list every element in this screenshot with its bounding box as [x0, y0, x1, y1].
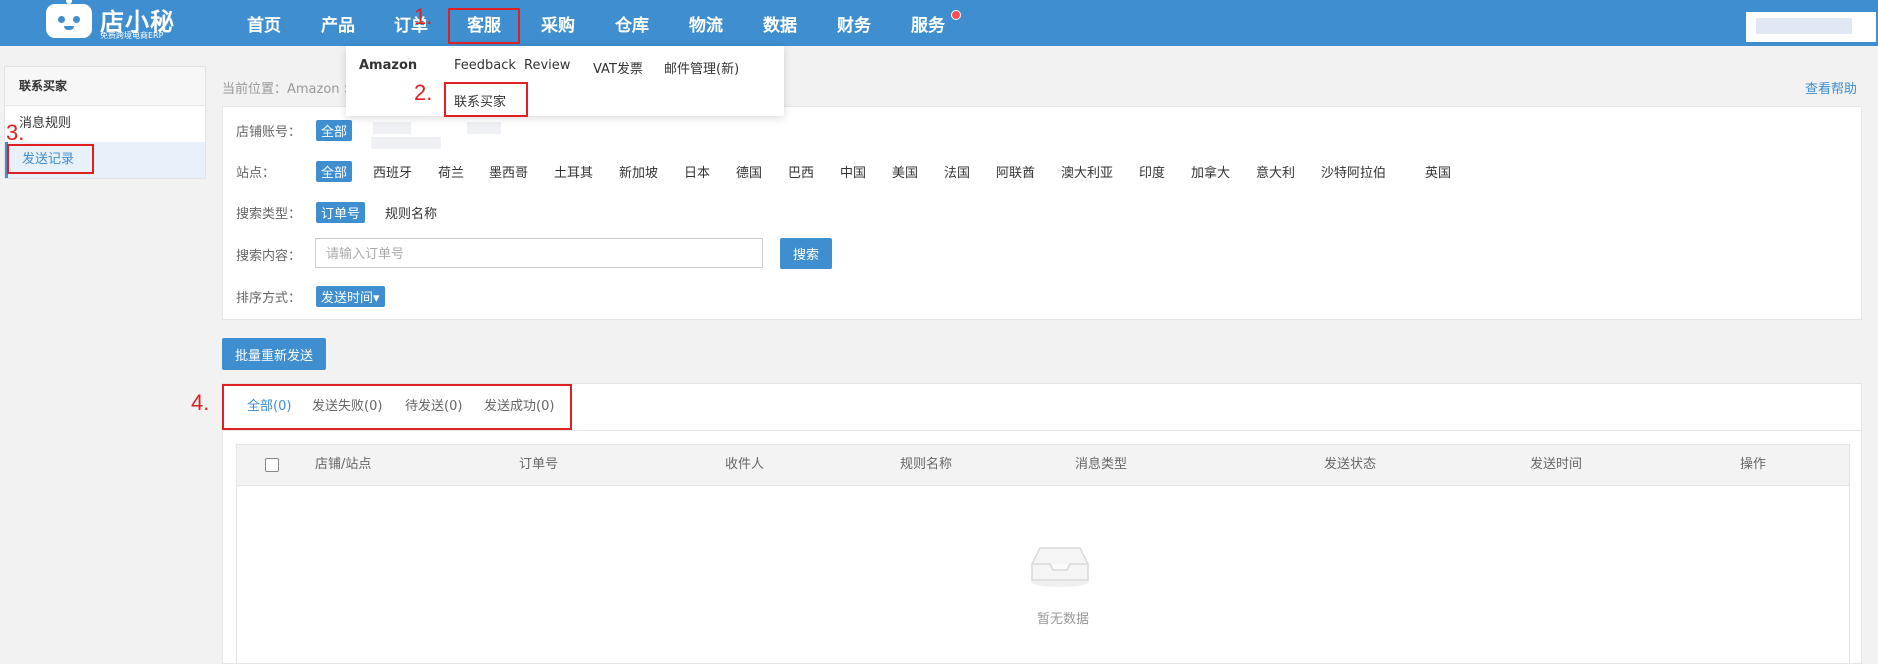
annotation-number-2: 2.: [414, 80, 433, 105]
nav-finance[interactable]: 财务: [828, 0, 880, 46]
filter-panel: 店铺账号： 全部 站点： 全部 西班牙 荷兰 墨西哥 土耳其 新加坡 日本 德国…: [222, 106, 1862, 320]
nav-logistics[interactable]: 物流: [680, 0, 732, 46]
store-account-redacted: [373, 122, 411, 134]
site-option-spain[interactable]: 西班牙: [373, 162, 412, 181]
help-link[interactable]: 查看帮助: [1805, 78, 1857, 97]
select-all-checkbox[interactable]: [265, 458, 279, 472]
site-option-singapore[interactable]: 新加坡: [619, 162, 658, 181]
table-header: 店铺/站点 订单号 收件人 规则名称 消息类型 发送状态 发送时间 操作: [236, 444, 1850, 486]
sort-label: 排序方式：: [236, 291, 302, 306]
empty-inbox-icon: [1031, 547, 1089, 587]
annotation-box-3: [7, 144, 94, 174]
search-type-order-number[interactable]: 订单号: [316, 202, 366, 223]
site-option-canada[interactable]: 加拿大: [1191, 162, 1230, 181]
annotation-box-1: [448, 8, 520, 44]
site-option-italy[interactable]: 意大利: [1256, 162, 1295, 181]
nav-products[interactable]: 产品: [312, 0, 364, 46]
nav-data[interactable]: 数据: [754, 0, 806, 46]
store-option-all[interactable]: 全部: [316, 120, 353, 141]
user-account-box[interactable]: [1746, 12, 1876, 42]
annotation-box-2: [444, 82, 528, 117]
sort-dropdown[interactable]: 发送时间▾: [316, 286, 385, 307]
site-option-netherlands[interactable]: 荷兰: [438, 162, 464, 181]
search-type-rule-name[interactable]: 规则名称: [385, 203, 437, 222]
search-content-label: 搜索内容：: [236, 249, 302, 264]
column-send-time: 发送时间: [1530, 457, 1583, 472]
sidebar-title: 联系买家: [5, 67, 205, 106]
column-store-site: 店铺/站点: [315, 457, 372, 472]
customer-service-dropdown: Amazon Feedback Review VAT发票 邮件管理(新) 联系买…: [346, 46, 784, 116]
table-body: 暂无数据: [236, 485, 1850, 663]
site-option-australia[interactable]: 澳大利亚: [1061, 162, 1113, 181]
site-option-uk[interactable]: 英国: [1425, 162, 1451, 181]
dropdown-link-review[interactable]: Review: [524, 58, 570, 73]
nav-purchase[interactable]: 采购: [532, 0, 584, 46]
nav-home[interactable]: 首页: [238, 0, 290, 46]
annotation-box-4: [222, 384, 572, 430]
column-rule-name: 规则名称: [900, 457, 953, 472]
site-option-india[interactable]: 印度: [1139, 162, 1165, 181]
site-option-saudi-arabia[interactable]: 沙特阿拉伯: [1321, 162, 1386, 181]
robot-logo-icon: [46, 4, 92, 38]
site-label: 站点：: [236, 166, 276, 181]
site-option-usa[interactable]: 美国: [892, 162, 918, 181]
username-placeholder: [1756, 18, 1852, 34]
annotation-number-1: 1.: [414, 4, 433, 29]
column-actions: 操作: [1740, 457, 1767, 472]
logo[interactable]: 店小秘 免费跨境电商ERP: [46, 0, 176, 46]
logo-slogan: 免费跨境电商ERP: [100, 31, 164, 40]
nav-services[interactable]: 服务: [902, 0, 954, 46]
search-type-label: 搜索类型：: [236, 207, 302, 222]
site-option-turkey[interactable]: 土耳其: [554, 162, 593, 181]
dropdown-link-feedback[interactable]: Feedback: [454, 58, 516, 73]
site-option-japan[interactable]: 日本: [684, 162, 710, 181]
site-option-all[interactable]: 全部: [316, 161, 353, 182]
batch-resend-button[interactable]: 批量重新发送: [222, 338, 326, 370]
notification-dot: [951, 10, 961, 20]
site-option-germany[interactable]: 德国: [736, 162, 762, 181]
search-button[interactable]: 搜索: [780, 238, 832, 269]
store-account-redacted: [371, 137, 441, 149]
sidebar-item-message-rules[interactable]: 消息规则: [5, 106, 205, 142]
store-account-label: 店铺账号：: [236, 125, 302, 140]
site-option-mexico[interactable]: 墨西哥: [489, 162, 528, 181]
dropdown-platform-amazon: Amazon: [359, 58, 418, 73]
dropdown-link-vat-invoice[interactable]: VAT发票: [593, 58, 643, 77]
site-option-france[interactable]: 法国: [944, 162, 970, 181]
tab-divider: [223, 430, 1861, 431]
store-account-redacted: [467, 122, 501, 134]
dropdown-link-mail-management[interactable]: 邮件管理(新): [664, 58, 739, 77]
site-option-uae[interactable]: 阿联酋: [996, 162, 1035, 181]
annotation-number-4: 4.: [191, 390, 210, 415]
site-option-china[interactable]: 中国: [840, 162, 866, 181]
breadcrumb: 当前位置：Amazon >: [222, 82, 355, 97]
search-input[interactable]: [315, 238, 763, 268]
empty-state-text: 暂无数据: [1036, 612, 1089, 627]
nav-warehouse[interactable]: 仓库: [606, 0, 658, 46]
annotation-number-3: 3.: [6, 120, 25, 145]
column-send-status: 发送状态: [1324, 457, 1377, 472]
column-message-type: 消息类型: [1075, 457, 1128, 472]
top-navbar: 店小秘 免费跨境电商ERP 首页 产品 订单 客服 采购 仓库 物流 数据 财务…: [0, 0, 1878, 46]
column-recipient: 收件人: [725, 457, 765, 472]
site-option-brazil[interactable]: 巴西: [788, 162, 814, 181]
column-order-number: 订单号: [519, 457, 559, 472]
